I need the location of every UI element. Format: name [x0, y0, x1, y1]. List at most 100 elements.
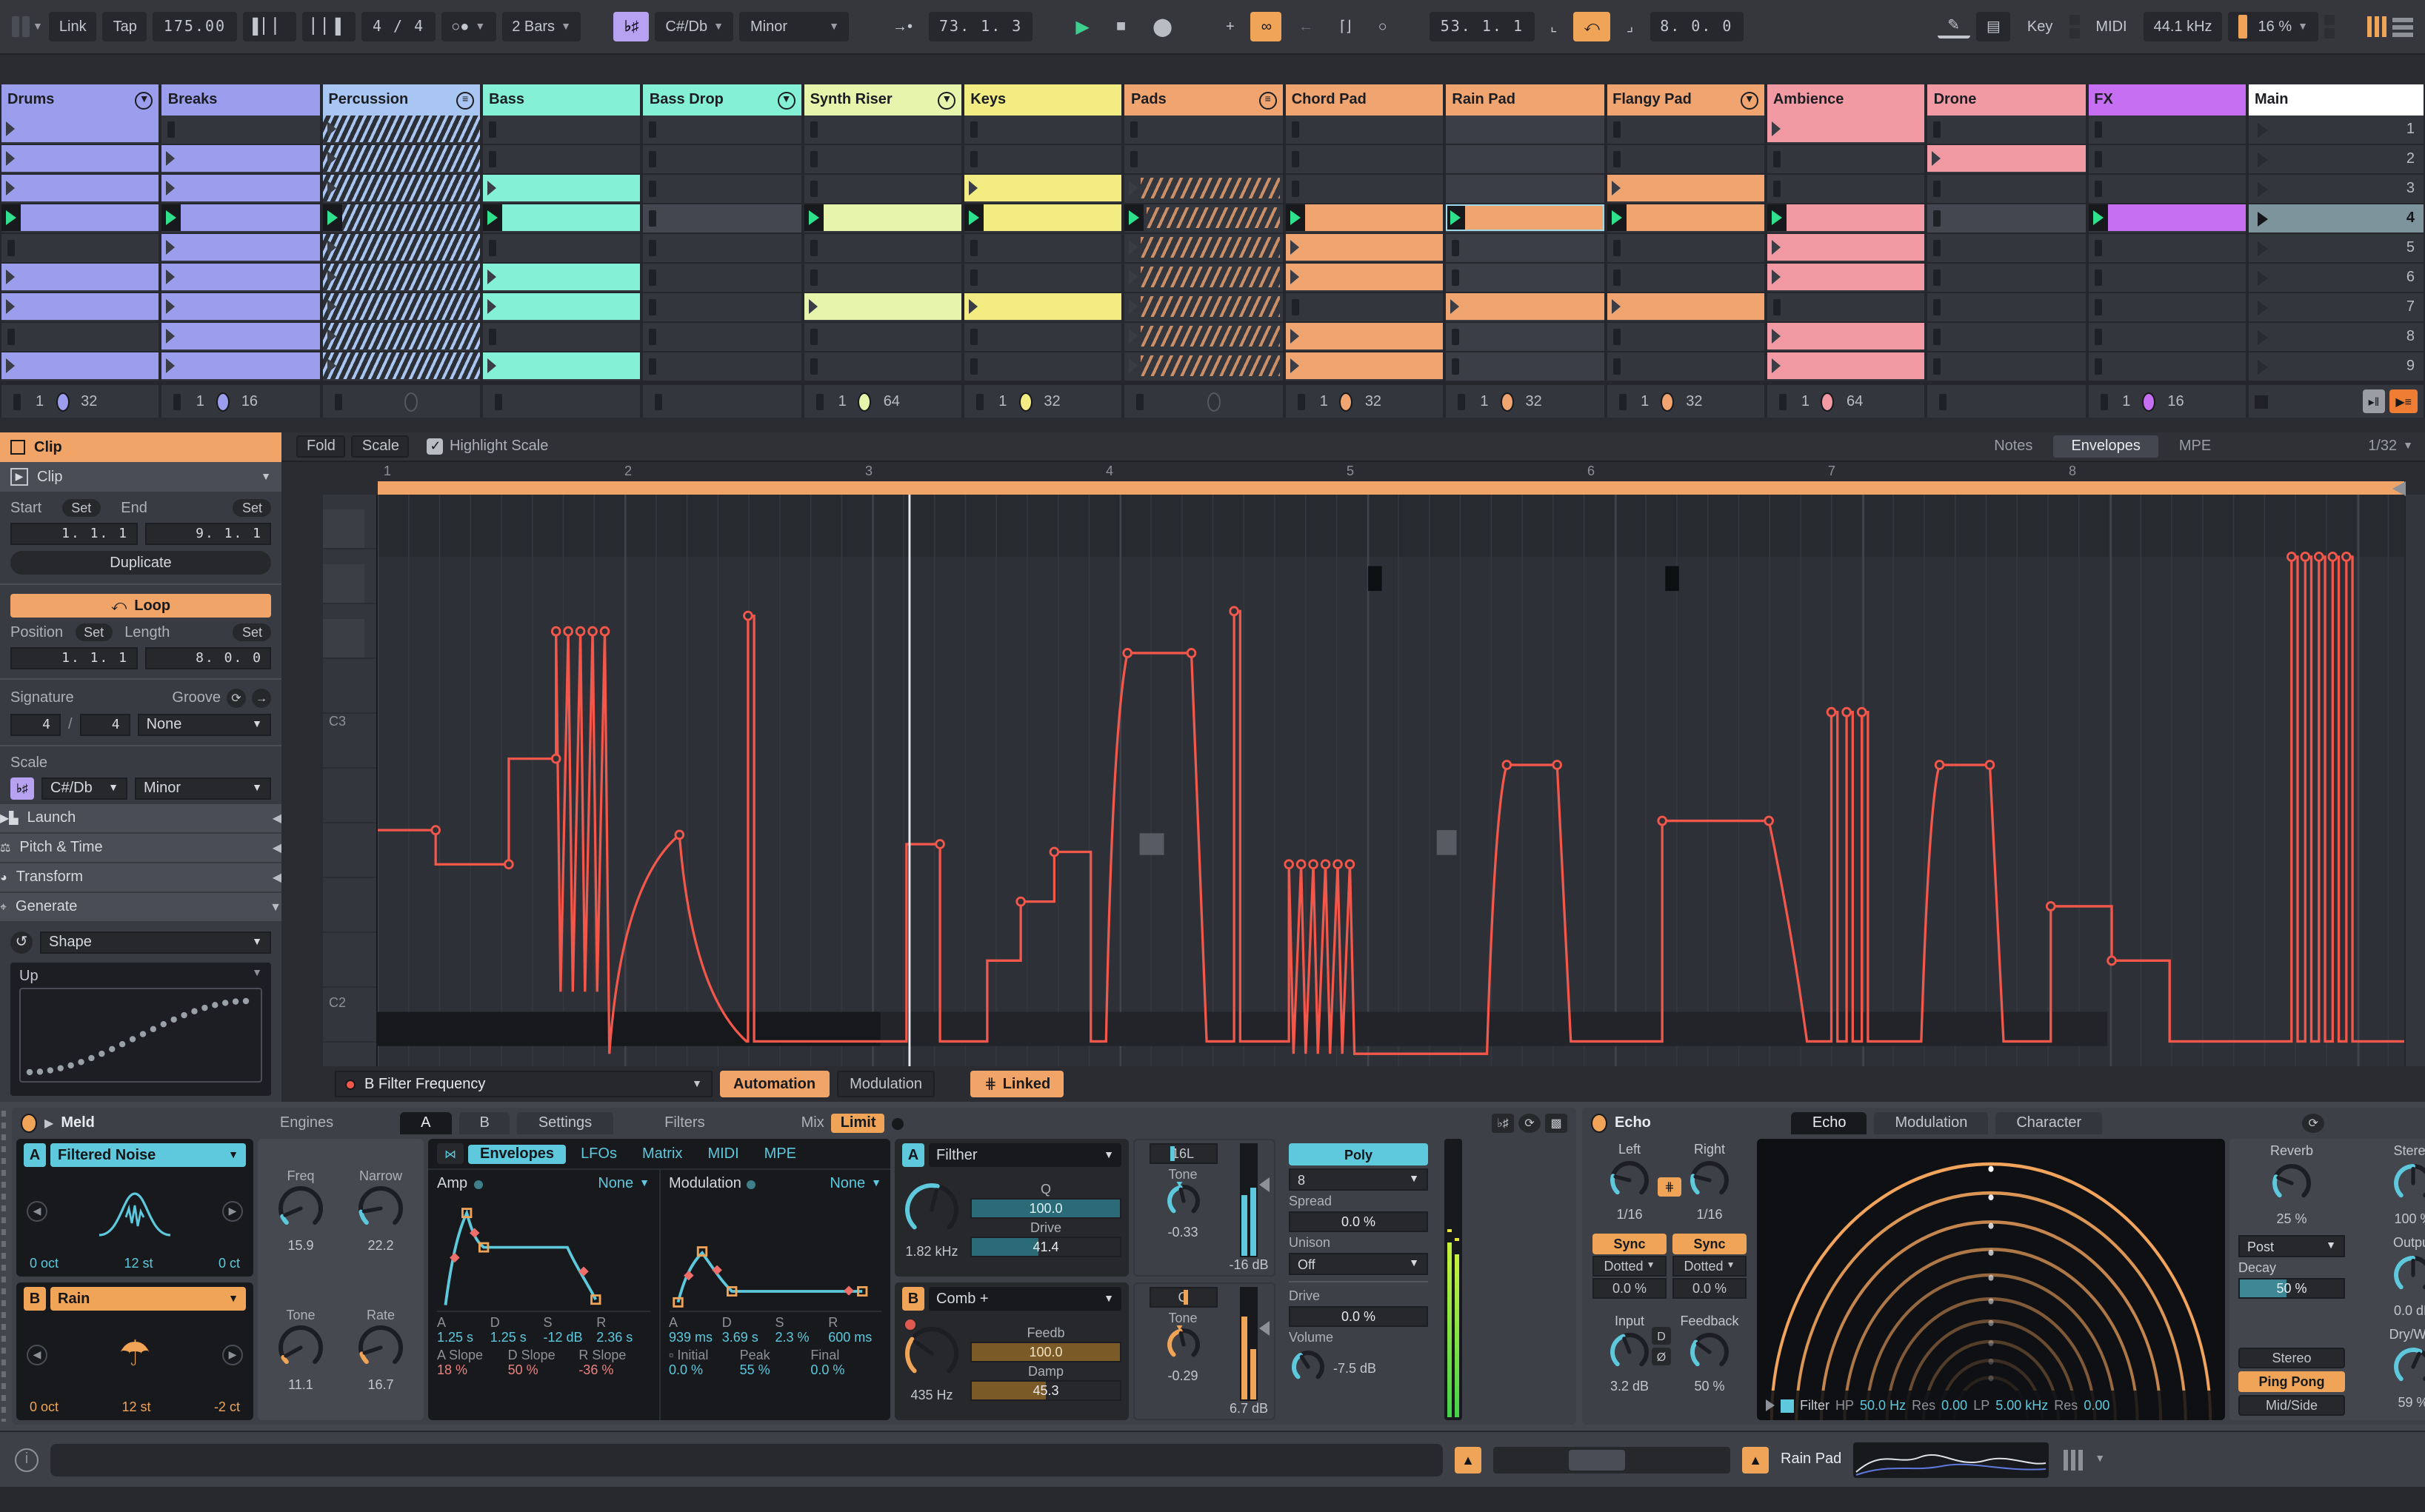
- clip-root-menu[interactable]: C#/Db ▼: [41, 777, 127, 800]
- echo-visualization[interactable]: Filter HP 50.0 Hz Res 0.00 LP 5.00 kHz Res 0…: [1757, 1139, 2225, 1420]
- engine-b-menu[interactable]: Rain ▼: [50, 1287, 246, 1311]
- knob[interactable]: [2391, 1161, 2425, 1208]
- preview-b-button[interactable]: ▲: [1742, 1446, 1769, 1473]
- session-clip[interactable]: [1, 145, 159, 172]
- punch-out-icon[interactable]: ⌟: [1616, 12, 1644, 41]
- clip-stop-button[interactable]: [1291, 121, 1299, 138]
- clip-stop-button[interactable]: [1933, 121, 1941, 138]
- shape-curve[interactable]: [19, 988, 262, 1083]
- clip-stop-button[interactable]: [649, 270, 657, 286]
- clip-stop-button[interactable]: [1291, 151, 1299, 167]
- clip-slot[interactable]: [483, 323, 641, 352]
- session-clip[interactable]: [1446, 293, 1604, 320]
- clip-stop-button[interactable]: [2094, 240, 2102, 256]
- filter-expand-icon[interactable]: [1766, 1399, 1775, 1411]
- echo-drywet-value[interactable]: 59 %: [2398, 1395, 2425, 1410]
- arrangement-view-icon[interactable]: [2392, 17, 2413, 36]
- knob[interactable]: [902, 1180, 961, 1244]
- session-clip[interactable]: [1, 352, 159, 379]
- env-param[interactable]: R 2.36 s: [596, 1315, 650, 1345]
- meld-tab-settings[interactable]: Settings: [517, 1112, 613, 1134]
- echo-power-toggle[interactable]: [1591, 1114, 1607, 1133]
- track-header-rain-pad[interactable]: Rain Pad: [1446, 84, 1604, 116]
- group-clip[interactable]: [1125, 175, 1283, 201]
- clip-slot[interactable]: [804, 175, 962, 204]
- slope-value[interactable]: 0.0 %: [669, 1362, 740, 1377]
- track-stop-all-button[interactable]: [655, 393, 663, 409]
- loop-length-field[interactable]: 8. 0. 0: [144, 647, 271, 669]
- knob-dial[interactable]: [276, 1322, 326, 1376]
- clip-slot[interactable]: [1927, 293, 2086, 323]
- session-view-icon[interactable]: [2367, 16, 2386, 37]
- scene-8[interactable]: 8: [2248, 323, 2424, 352]
- session-clip-striped[interactable]: [322, 145, 481, 172]
- env-link-icon[interactable]: ⋈: [437, 1143, 464, 1164]
- clip-slot[interactable]: [2088, 145, 2246, 175]
- echo-stereo-value[interactable]: 100 %: [2394, 1211, 2425, 1226]
- knob[interactable]: [1687, 1330, 1732, 1377]
- clip-slot[interactable]: [1767, 323, 1925, 352]
- envelope-parameter-menu[interactable]: B Filter Frequency ▼: [335, 1071, 713, 1097]
- slope-value[interactable]: 18 %: [437, 1362, 508, 1377]
- clip-slot[interactable]: [964, 116, 1122, 145]
- duplicate-button[interactable]: Duplicate: [10, 551, 271, 575]
- clip-slot[interactable]: [1285, 264, 1444, 293]
- clip-stop-button[interactable]: [2094, 270, 2102, 286]
- clip-stop-button[interactable]: [970, 151, 978, 167]
- scale-menu[interactable]: Minor ▼: [739, 12, 850, 41]
- clip-stop-button[interactable]: [1612, 121, 1621, 138]
- clip-slot[interactable]: [1124, 116, 1283, 145]
- clip-slot[interactable]: [1, 323, 159, 352]
- env-slope[interactable]: D Slope 50 %: [508, 1348, 579, 1377]
- meld-power-toggle[interactable]: [21, 1114, 37, 1133]
- clip-stop-button[interactable]: [489, 240, 497, 256]
- clip-stop-button[interactable]: [649, 240, 657, 256]
- clip-stop-button[interactable]: [1130, 121, 1138, 138]
- track-header-bass-drop[interactable]: Bass Drop ▼: [643, 84, 801, 116]
- session-clip[interactable]: [1446, 204, 1604, 231]
- knob[interactable]: [2391, 1253, 2425, 1300]
- scene-2[interactable]: 2: [2248, 145, 2424, 175]
- echo-filter-bar[interactable]: Filter HP 50.0 Hz Res 0.00 LP 5.00 kHz Res 0…: [1757, 1391, 2225, 1420]
- clip-key-icon[interactable]: ♭♯: [10, 777, 34, 800]
- clip-stop-button[interactable]: [649, 151, 657, 167]
- knob-value[interactable]: 15.9: [287, 1237, 313, 1252]
- capture-midi-icon[interactable]: ⌈⌋: [1330, 12, 1362, 41]
- clip-slot[interactable]: [643, 145, 801, 175]
- clip-slot[interactable]: [1446, 323, 1604, 352]
- clip-slot[interactable]: [1124, 145, 1283, 175]
- env-param[interactable]: A 939 ms: [669, 1315, 722, 1345]
- knob[interactable]: [1289, 1348, 1327, 1389]
- track-stop-all-button[interactable]: [2100, 393, 2108, 409]
- clip-stop-button[interactable]: [810, 151, 818, 167]
- echo-midside-mode[interactable]: Mid/Side: [2238, 1395, 2345, 1416]
- track-header-percussion[interactable]: Percussion ≡: [322, 84, 481, 116]
- clip-slot[interactable]: [643, 234, 801, 264]
- fold-icon[interactable]: ▼: [135, 91, 153, 109]
- clip-stop-button[interactable]: [970, 270, 978, 286]
- loop-start-field[interactable]: 53. 1. 1: [1430, 12, 1535, 41]
- stop-button[interactable]: ■: [1106, 12, 1136, 41]
- param-value[interactable]: 939 ms: [669, 1330, 722, 1345]
- filter-a-menu[interactable]: Filther ▼: [929, 1143, 1121, 1167]
- clip-slot[interactable]: [322, 352, 481, 382]
- length-set-button[interactable]: Set: [233, 623, 271, 641]
- scene-6[interactable]: 6: [2248, 264, 2424, 293]
- clip-slot[interactable]: [161, 116, 320, 145]
- session-clip-striped[interactable]: [322, 204, 481, 231]
- session-clip[interactable]: [161, 264, 320, 290]
- scene-4[interactable]: 4: [2248, 204, 2424, 234]
- clip-slot[interactable]: [1927, 116, 2086, 145]
- clip-stop-button[interactable]: [649, 121, 657, 138]
- clip-stop-button[interactable]: [2094, 121, 2102, 138]
- clip-stop-button[interactable]: [970, 329, 978, 345]
- clip-stop-button[interactable]: [810, 358, 818, 375]
- position-set-button[interactable]: Set: [75, 623, 113, 641]
- meter-bars-icon[interactable]: [2064, 1449, 2084, 1470]
- follow-icon[interactable]: →•: [882, 12, 923, 41]
- group-clip[interactable]: [1125, 323, 1283, 349]
- clip-slot[interactable]: [1767, 116, 1925, 145]
- nudge-down-button[interactable]: ▌▏▏: [242, 12, 297, 41]
- clip-slot[interactable]: [1927, 204, 2086, 234]
- punch-in-icon[interactable]: ⌞: [1540, 12, 1567, 41]
